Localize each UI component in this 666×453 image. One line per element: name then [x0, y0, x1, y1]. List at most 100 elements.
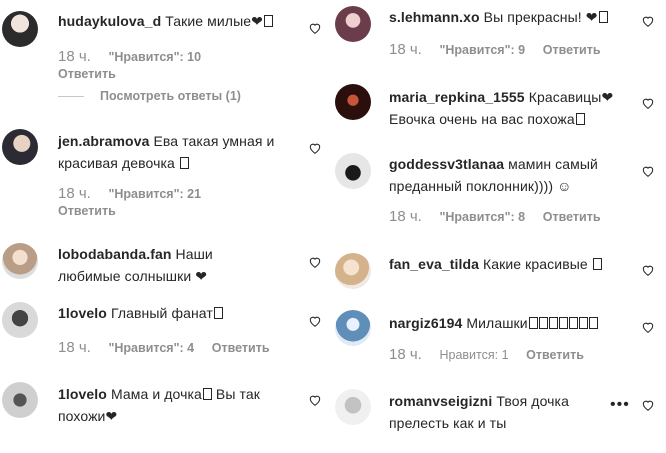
comment-text: lobodabanda.fan Наши любимые солнышки ❤ [58, 243, 298, 287]
avatar[interactable] [335, 310, 371, 346]
avatar[interactable] [2, 243, 38, 279]
comment-body: Вы прекрасны! ❤ [483, 9, 598, 25]
comment-text: goddessv3tlanaa мамин самый преданный по… [389, 153, 639, 197]
replies-divider [58, 96, 84, 98]
like-heart-icon[interactable] [308, 255, 322, 269]
comment-likes[interactable]: Нравится: 1 [439, 346, 508, 364]
comment-username[interactable]: nargiz6194 [389, 315, 462, 331]
comment-username[interactable]: maria_repkina_1555 [389, 89, 525, 105]
view-replies-label[interactable]: Посмотреть ответы (1) [100, 89, 241, 103]
reply-button[interactable]: Ответить [58, 202, 116, 220]
comment-actions: Ответить [58, 202, 116, 220]
like-heart-icon[interactable] [641, 398, 655, 412]
comment-time: 18 ч. [58, 185, 91, 202]
comment-username[interactable]: jen.abramova [58, 133, 149, 149]
comment-likes[interactable]: "Нравится": 21 [108, 185, 201, 203]
avatar[interactable] [2, 382, 38, 418]
comment-meta: 18 ч. Нравится: 1 Ответить [389, 346, 584, 364]
comment-body: Главный фанат [110, 305, 213, 321]
emoji-placeholder [179, 157, 189, 169]
comment-body-line2: Евочка очень на вас похожа [389, 111, 575, 127]
comment-meta: 18 ч. "Нравится": 4 Ответить [58, 339, 270, 357]
like-heart-icon[interactable] [308, 141, 322, 155]
comment-body: Ева такая умная и [153, 133, 275, 149]
comment-text: maria_repkina_1555 Красавицы❤ Евочка оче… [389, 86, 649, 130]
comment-body-line2: преданный поклонник)))) ☺ [389, 178, 572, 194]
emoji-placeholder [548, 317, 558, 329]
comment-likes[interactable]: "Нравится": 4 [108, 339, 194, 357]
view-replies-button[interactable]: Посмотреть ответы (1) [58, 89, 241, 103]
comment-body-line2: красивая девочка [58, 155, 175, 171]
comment-username[interactable]: 1lovelo [58, 386, 107, 402]
comment-time: 18 ч. [389, 41, 422, 58]
like-heart-icon[interactable] [641, 263, 655, 277]
comment-body: Красавицы❤ [528, 89, 614, 105]
emoji-placeholder [575, 113, 585, 125]
comment-username[interactable]: 1lovelo [58, 305, 107, 321]
comment-body-line2: любимые солнышки ❤ [58, 268, 208, 284]
comment-username[interactable]: lobodabanda.fan [58, 246, 172, 262]
comment-username[interactable]: hudaykulova_d [58, 13, 161, 29]
reply-button[interactable]: Ответить [543, 208, 601, 226]
comment-meta: 18 ч. "Нравится": 9 Ответить [389, 41, 601, 59]
comment-likes[interactable]: "Нравится": 8 [439, 208, 525, 226]
emoji-placeholder [538, 317, 548, 329]
comment-text: romanvseigizni Твоя дочка прелесть как и… [389, 390, 589, 434]
comment-text: 1lovelo Мама и дочка Вы так похожи❤ [58, 383, 298, 427]
comment-body: Какие красивые [483, 256, 588, 272]
comment-username[interactable]: goddessv3tlanaa [389, 156, 504, 172]
reply-button[interactable]: Ответить [58, 65, 116, 83]
reply-button[interactable]: Ответить [526, 346, 584, 364]
avatar[interactable] [2, 11, 38, 47]
comment-text: jen.abramova Ева такая умная и красивая … [58, 130, 298, 174]
comment-text: s.lehmann.xo Вы прекрасны! ❤ [389, 6, 608, 28]
like-heart-icon[interactable] [308, 393, 322, 407]
comment-time: 18 ч. [58, 48, 91, 65]
more-options-icon[interactable]: ••• [610, 396, 630, 414]
comment-body: Такие милые❤ [165, 13, 263, 29]
like-heart-icon[interactable] [308, 21, 322, 35]
like-heart-icon[interactable] [641, 164, 655, 178]
comment-meta: 18 ч. "Нравится": 21 [58, 185, 201, 203]
avatar[interactable] [335, 389, 371, 425]
comment-text: nargiz6194 Милашки [389, 312, 598, 334]
comment-body: Наши [175, 246, 213, 262]
like-heart-icon[interactable] [308, 314, 322, 328]
emoji-placeholder [202, 388, 212, 400]
avatar[interactable] [335, 84, 371, 120]
emoji-placeholder [558, 317, 568, 329]
comment-actions: Ответить [58, 65, 116, 83]
comment-likes[interactable]: "Нравится": 10 [108, 48, 201, 66]
like-heart-icon[interactable] [641, 96, 655, 110]
comment-body: мамин самый [508, 156, 598, 172]
comment-time: 18 ч. [389, 346, 422, 363]
comment-likes[interactable]: "Нравится": 9 [439, 41, 525, 59]
comment-body: Твоя дочка [496, 393, 569, 409]
comment-username[interactable]: romanvseigizni [389, 393, 492, 409]
comment-body-line2: прелесть как и ты [389, 415, 507, 431]
comment-username[interactable]: s.lehmann.xo [389, 9, 480, 25]
emoji-placeholder [568, 317, 578, 329]
emoji-placeholder [598, 11, 608, 23]
avatar[interactable] [335, 153, 371, 189]
comment-text: fan_eva_tilda Какие красивые [389, 253, 602, 275]
avatar[interactable] [335, 253, 371, 289]
comment-meta: 18 ч. "Нравится": 8 Ответить [389, 208, 601, 226]
emoji-placeholder [263, 15, 273, 27]
like-heart-icon[interactable] [641, 14, 655, 28]
avatar[interactable] [2, 302, 38, 338]
comment-meta: 18 ч. "Нравится": 10 [58, 48, 201, 66]
emoji-placeholder [213, 307, 223, 319]
reply-button[interactable]: Ответить [543, 41, 601, 59]
avatar[interactable] [2, 129, 38, 165]
emoji-placeholder [528, 317, 538, 329]
comment-text: hudaykulova_d Такие милые❤ [58, 10, 273, 32]
emoji-placeholder [578, 317, 588, 329]
like-heart-icon[interactable] [641, 320, 655, 334]
avatar[interactable] [335, 6, 371, 42]
reply-button[interactable]: Ответить [212, 339, 270, 357]
emoji-placeholder [588, 317, 598, 329]
comment-body-tail: Вы так [211, 386, 260, 402]
comment-username[interactable]: fan_eva_tilda [389, 256, 479, 272]
comment-time: 18 ч. [58, 339, 91, 356]
